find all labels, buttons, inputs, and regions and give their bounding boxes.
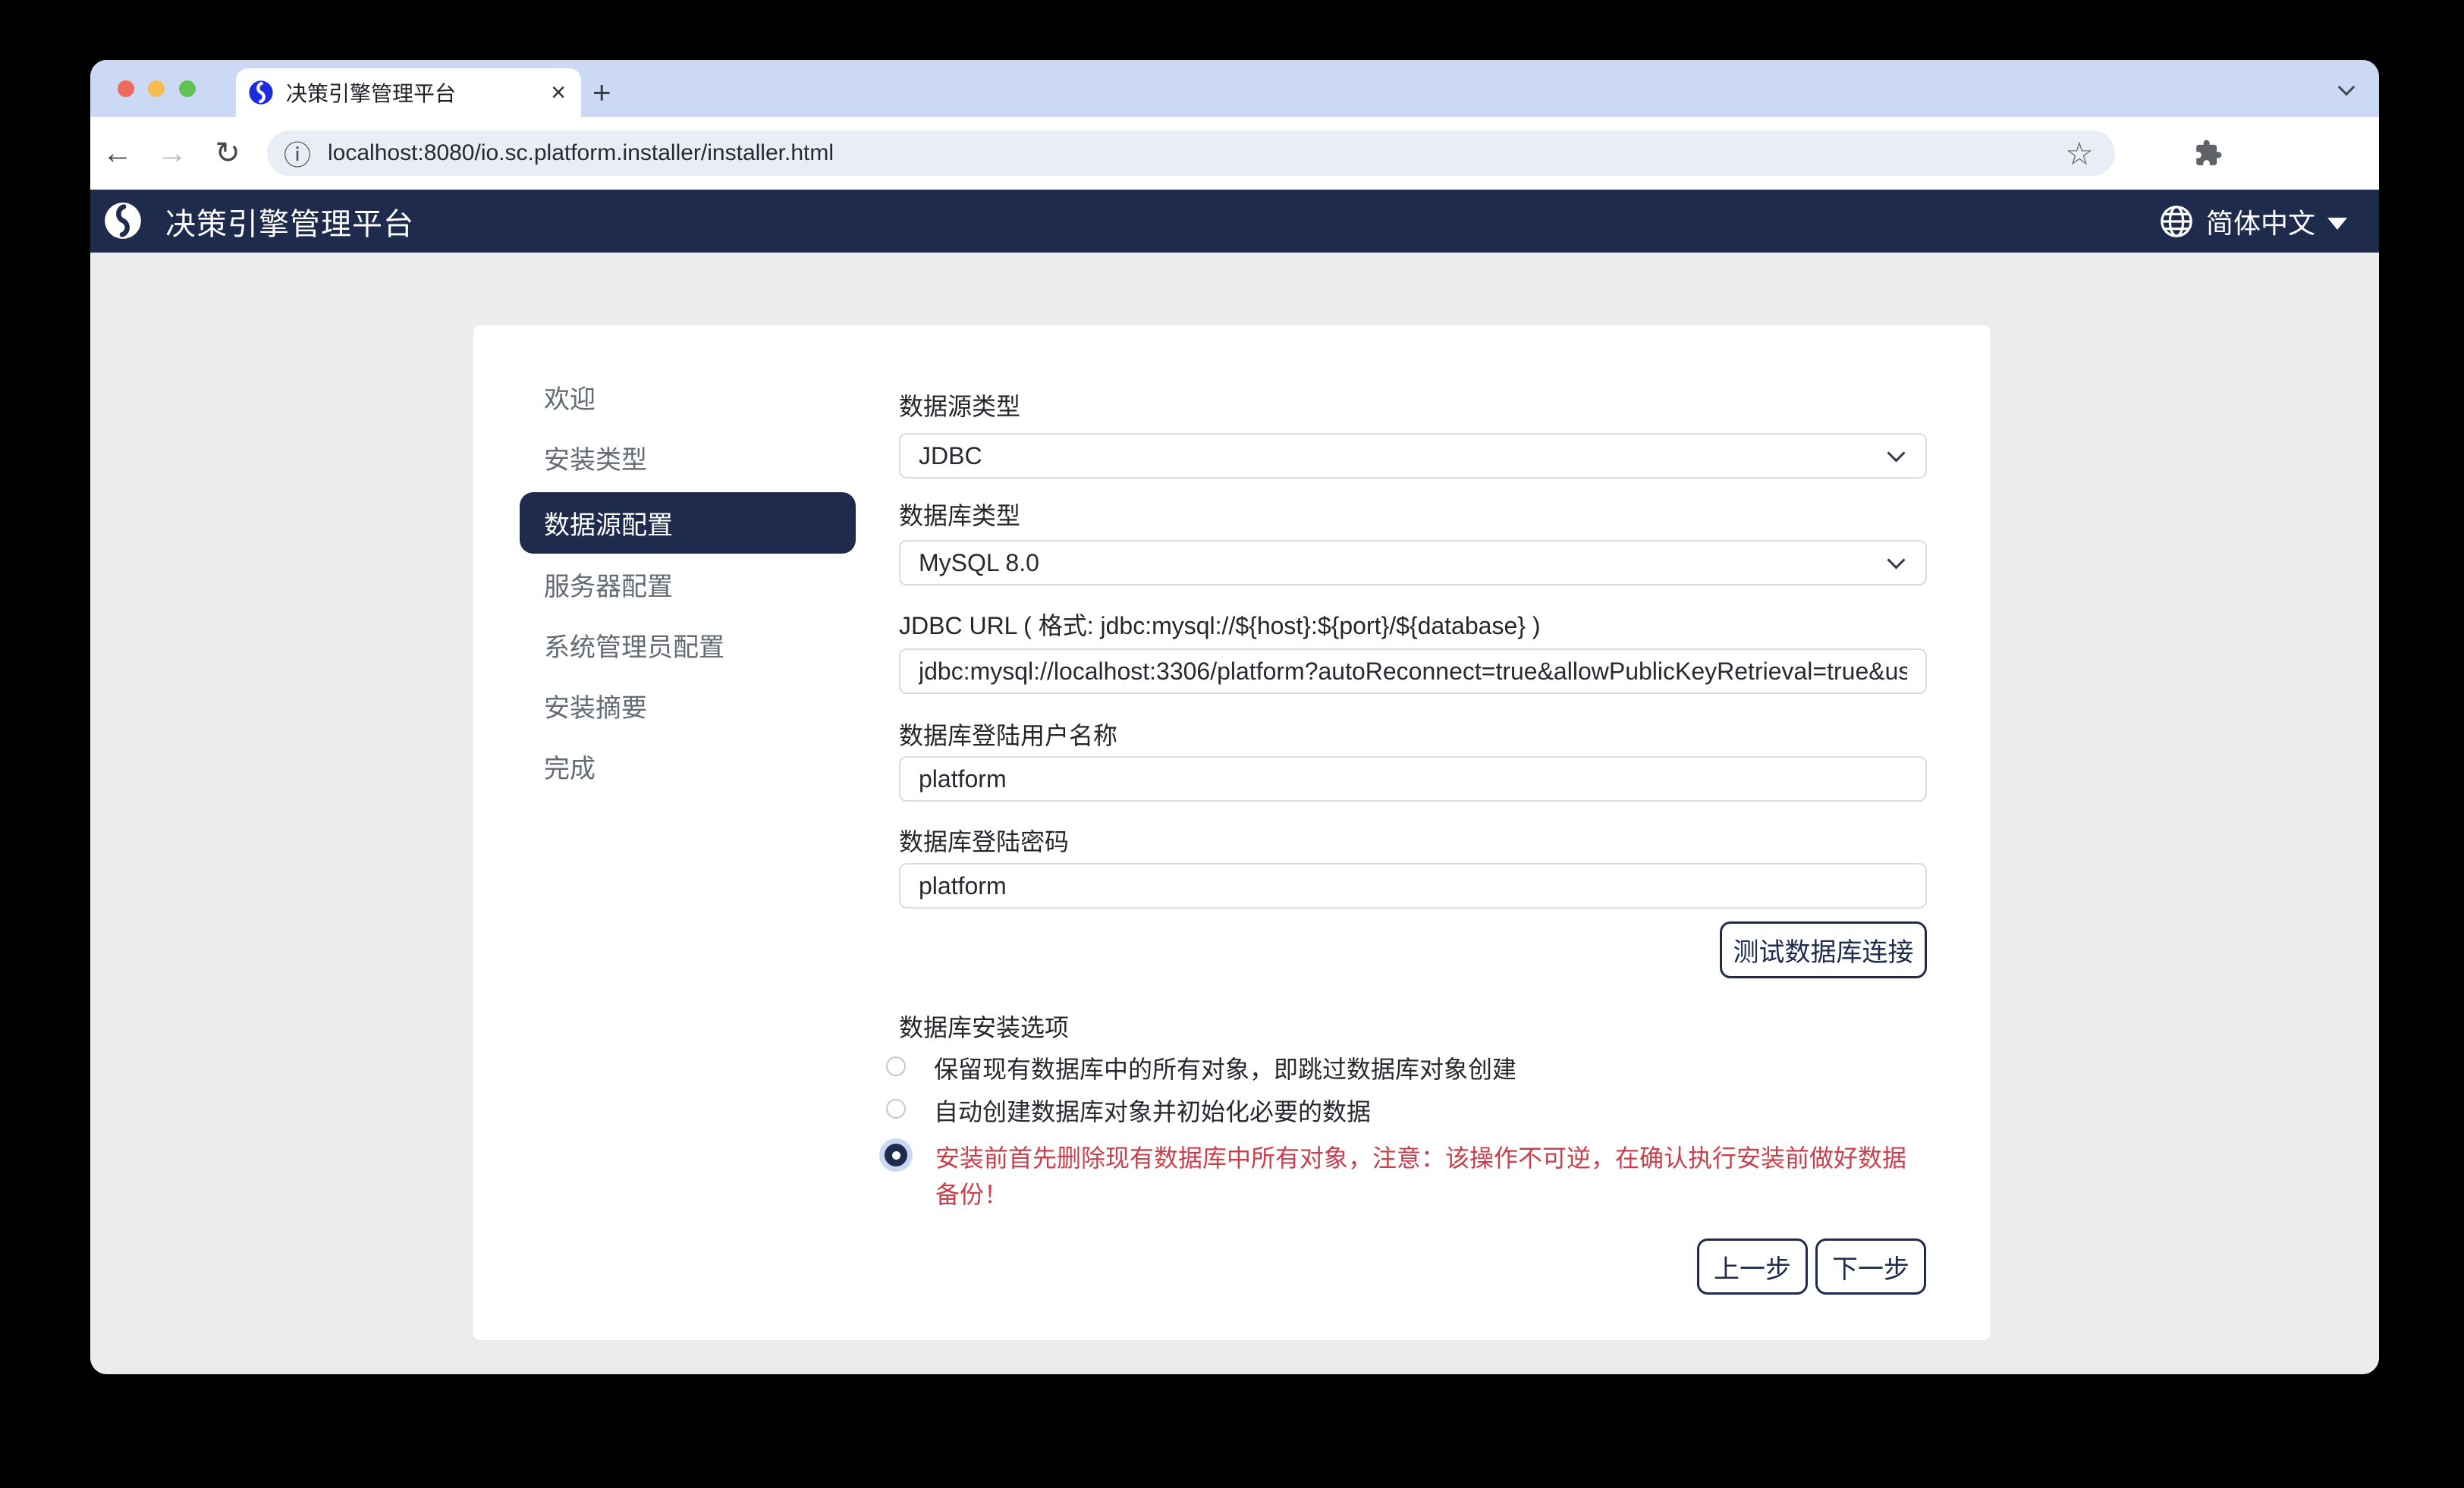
- app-logo-swirl-icon: [103, 201, 143, 240]
- forward-icon: →: [154, 117, 190, 190]
- step-admin-config[interactable]: 系统管理员配置: [520, 629, 856, 660]
- install-option-keep[interactable]: 保留现有数据库中的所有对象，即跳过数据库对象创建: [884, 1051, 1925, 1088]
- chevron-down-icon: [1887, 551, 1905, 569]
- datasource-type-label: 数据源类型: [899, 388, 1020, 422]
- install-option-create[interactable]: 自动创建数据库对象并初始化必要的数据: [884, 1094, 1925, 1130]
- previous-step-button[interactable]: 上一步: [1697, 1238, 1808, 1295]
- db-password-label: 数据库登陆密码: [899, 823, 1069, 858]
- bookmark-star-icon[interactable]: ☆: [2061, 117, 2098, 190]
- database-type-select[interactable]: MySQL 8.0: [899, 540, 1927, 585]
- test-connection-button[interactable]: 测试数据库连接: [1720, 921, 1927, 978]
- db-username-label: 数据库登陆用户名称: [899, 717, 1117, 752]
- radio-unselected-icon[interactable]: [886, 1056, 906, 1076]
- back-icon[interactable]: ←: [99, 117, 136, 190]
- radio-unselected-icon[interactable]: [886, 1099, 906, 1119]
- install-option-drop[interactable]: 安装前首先删除现有数据库中所有对象，注意：该操作不可逆，在确认执行安装前做好数据…: [884, 1140, 1927, 1213]
- app-title: 决策引擎管理平台: [165, 190, 414, 253]
- language-label: 简体中文: [2206, 202, 2315, 241]
- step-finish[interactable]: 完成: [520, 751, 856, 781]
- url-text: localhost:8080/io.sc.platform.installer/…: [328, 140, 834, 166]
- tab-strip: 决策引擎管理平台 × +: [90, 60, 2379, 117]
- browser-tab[interactable]: 决策引擎管理平台 ×: [236, 68, 581, 117]
- window-maximize-button[interactable]: [179, 80, 196, 97]
- tab-close-icon[interactable]: ×: [551, 80, 566, 105]
- radio-selected-icon[interactable]: [885, 1144, 907, 1166]
- favicon-swirl-icon: [248, 80, 274, 105]
- language-selector[interactable]: 简体中文: [2159, 190, 2347, 253]
- chevron-down-icon: [1887, 444, 1905, 462]
- new-tab-button[interactable]: +: [592, 78, 611, 107]
- step-server-config[interactable]: 服务器配置: [520, 569, 856, 599]
- globe-icon: [2159, 204, 2194, 239]
- reload-icon[interactable]: ↻: [209, 117, 246, 190]
- tab-search-chevron-icon[interactable]: [2338, 79, 2356, 96]
- site-info-icon[interactable]: ⓘ: [284, 133, 311, 173]
- step-datasource-config[interactable]: 数据源配置: [520, 492, 856, 554]
- db-username-input[interactable]: [899, 756, 1927, 802]
- address-bar[interactable]: ⓘ localhost:8080/io.sc.platform.installe…: [267, 130, 2115, 176]
- next-step-button[interactable]: 下一步: [1815, 1238, 1926, 1295]
- app-header: 决策引擎管理平台 简体中文: [90, 190, 2379, 253]
- tab-title: 决策引擎管理平台: [286, 77, 551, 108]
- language-caret-icon: [2327, 218, 2347, 230]
- window-minimize-button[interactable]: [148, 80, 165, 97]
- jdbc-url-label: JDBC URL ( 格式: jdbc:mysql://${host}:${po…: [899, 607, 1540, 642]
- step-welcome[interactable]: 欢迎: [520, 381, 856, 412]
- jdbc-url-input[interactable]: [899, 648, 1927, 694]
- install-options-label: 数据库安装选项: [899, 1009, 1069, 1044]
- step-install-summary[interactable]: 安装摘要: [520, 690, 856, 720]
- browser-window: 决策引擎管理平台 × + ← → ↻ ⓘ localhost:8080/io.s…: [90, 60, 2379, 1374]
- datasource-type-select[interactable]: JDBC: [899, 433, 1927, 479]
- database-type-label: 数据库类型: [899, 497, 1020, 532]
- extensions-puzzle-icon[interactable]: [2190, 117, 2227, 190]
- window-close-button[interactable]: [118, 80, 134, 97]
- browser-toolbar: ← → ↻ ⓘ localhost:8080/io.sc.platform.in…: [90, 117, 2379, 190]
- db-password-input[interactable]: [899, 863, 1927, 909]
- step-install-type[interactable]: 安装类型: [520, 442, 856, 472]
